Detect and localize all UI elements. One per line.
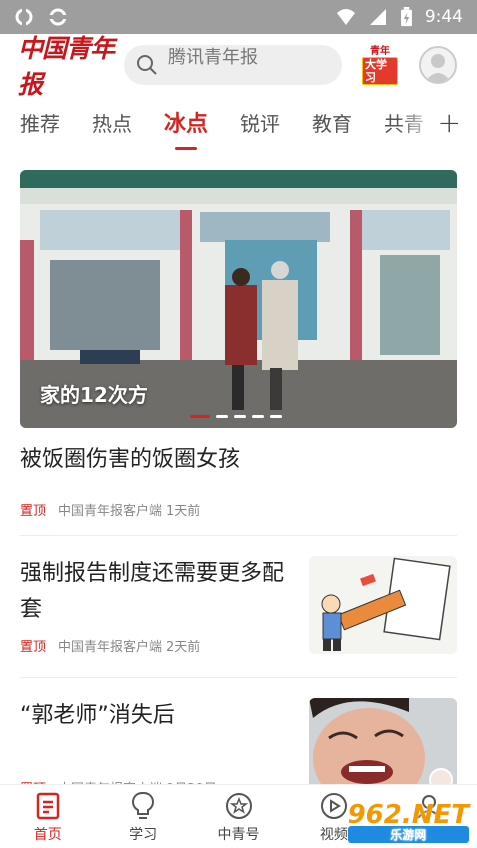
badge-bottom-text: 大学习	[362, 56, 398, 85]
category-tabs: 推荐 热点 冰点 锐评 教育 共青 +	[0, 96, 477, 150]
wifi-icon	[336, 9, 355, 25]
cartoon-illustration	[309, 556, 457, 654]
banner-caption: 家的12次方	[40, 383, 148, 407]
search-placeholder: 腾讯青年报	[168, 47, 258, 68]
crying-face-photo	[309, 698, 457, 796]
news-list: 被饭圈伤害的饭圈女孩 置顶 中国青年报客户端 1天前 强制报告制度还需要更多配套…	[0, 428, 477, 820]
carousel-dot[interactable]	[234, 415, 246, 418]
list-item[interactable]: 被饭圈伤害的饭圈女孩 置顶 中国青年报客户端 1天前	[20, 428, 457, 536]
sync-icon	[15, 7, 33, 27]
avatar[interactable]	[419, 46, 457, 84]
news-source: 中国青年报客户端	[58, 640, 163, 655]
nav-home-label: 首页	[33, 827, 62, 843]
list-item[interactable]: 强制报告制度还需要更多配套 置顶 中国青年报客户端 2天前	[20, 536, 457, 678]
app-logo[interactable]: 中国青年报	[18, 29, 118, 101]
tab-hot[interactable]: 热点	[92, 108, 132, 137]
battery-icon	[400, 7, 412, 27]
nav-home[interactable]: 首页	[0, 785, 95, 848]
app-header: 中国青年报 腾讯青年报 青年 大学习	[0, 34, 477, 99]
site-watermark: 962.NET 乐游网	[347, 800, 469, 843]
carousel-dot[interactable]	[270, 415, 282, 418]
sync-icon-2	[48, 8, 68, 26]
nav-zhongqing-label: 中青号	[217, 827, 260, 843]
nav-video-label: 视频	[319, 827, 348, 843]
news-time: 1天前	[166, 504, 201, 519]
carousel-dot[interactable]	[190, 415, 210, 418]
star-circle-icon	[225, 793, 252, 819]
tab-recommend[interactable]: 推荐	[20, 108, 60, 137]
nav-zhongqing[interactable]: 中青号	[191, 785, 286, 848]
nav-study[interactable]: 学习	[95, 785, 190, 848]
tab-education[interactable]: 教育	[312, 108, 352, 137]
tab-commentary[interactable]: 锐评	[240, 108, 280, 137]
home-doc-icon	[36, 792, 59, 820]
youth-study-badge[interactable]: 青年 大学习	[362, 45, 398, 85]
play-icon	[320, 793, 347, 819]
signal-icon	[369, 9, 386, 25]
carousel-dot[interactable]	[216, 415, 228, 418]
pin-tag: 置顶	[20, 640, 47, 655]
news-title: “郭老师”消失后	[20, 703, 175, 728]
pin-tag: 置顶	[20, 504, 47, 519]
clock: 9:44	[424, 7, 463, 27]
carousel-indicator	[190, 415, 282, 418]
search-icon	[137, 55, 157, 75]
news-thumbnail	[309, 698, 457, 796]
news-thumbnail	[309, 556, 457, 654]
person-silhouette-icon	[425, 54, 451, 82]
news-time: 2天前	[166, 640, 201, 655]
news-source: 中国青年报客户端	[58, 504, 163, 519]
plus-icon[interactable]: +	[438, 106, 461, 139]
badge-top-text: 青年	[370, 45, 390, 57]
bulb-icon	[132, 791, 155, 819]
carousel-dot[interactable]	[252, 415, 264, 418]
tab-bingdian[interactable]: 冰点	[164, 106, 208, 150]
search-bar[interactable]: 腾讯青年报	[124, 45, 342, 85]
carousel-banner[interactable]: 家的12次方	[20, 170, 457, 428]
news-title: 强制报告制度还需要更多配套	[20, 561, 285, 622]
nav-study-label: 学习	[129, 827, 158, 843]
news-title: 被饭圈伤害的饭圈女孩	[20, 447, 241, 472]
